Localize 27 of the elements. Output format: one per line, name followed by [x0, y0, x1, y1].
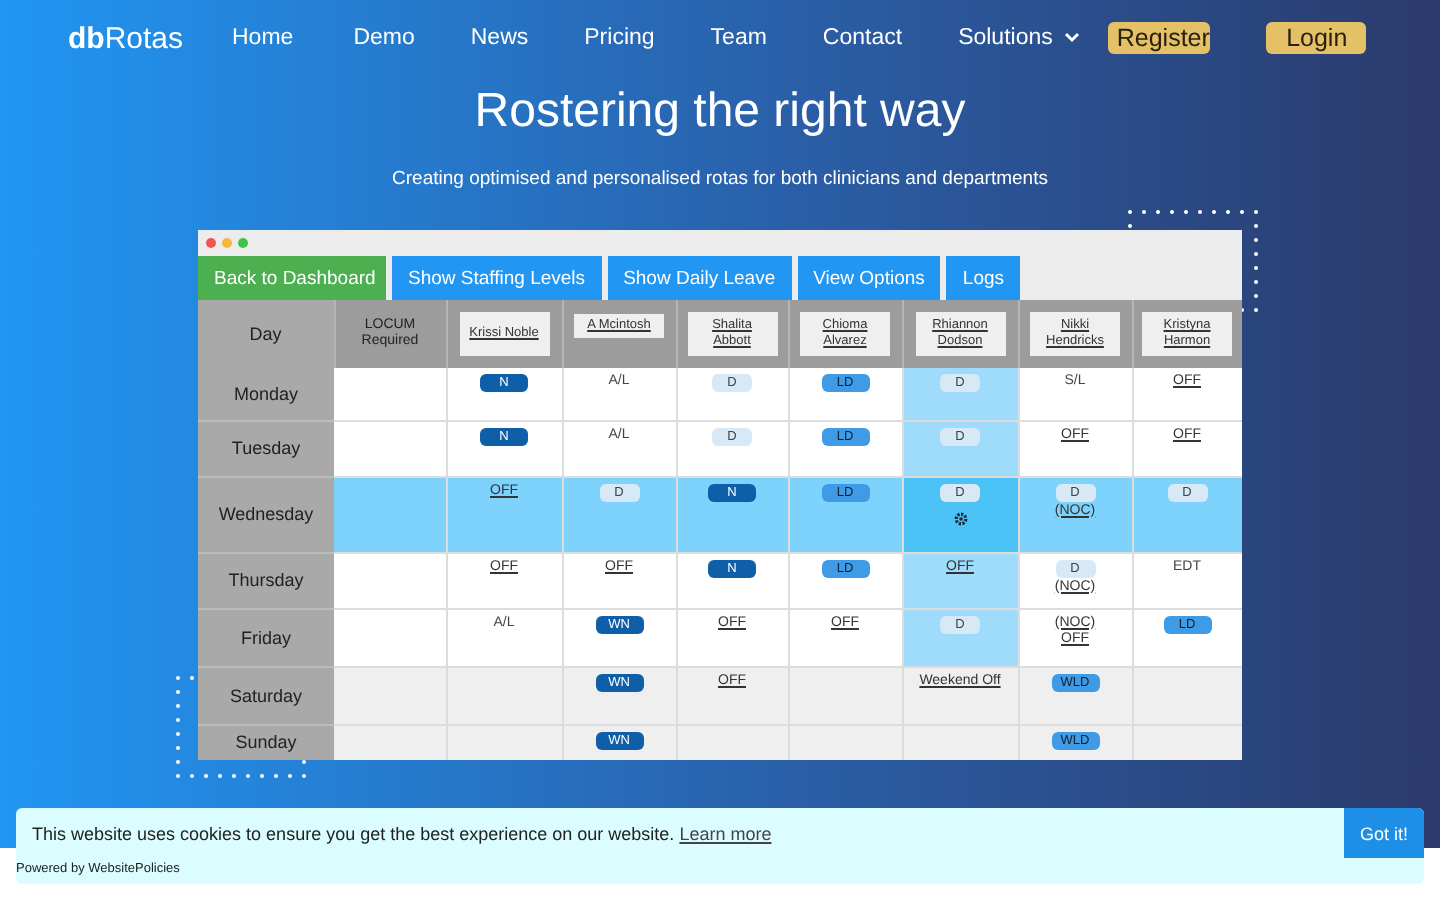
- day-label: Thursday: [198, 552, 334, 608]
- window-dot-icon: [206, 238, 216, 248]
- chevron-down-icon: [1064, 32, 1081, 44]
- page-subtitle: Creating optimised and personalised rotas for both clinicians and departments: [392, 168, 1048, 190]
- nav-button[interactable]: Register: [1108, 22, 1211, 54]
- nav-button[interactable]: Login: [1266, 22, 1367, 54]
- day-label: Saturday: [198, 666, 334, 724]
- day-label: Monday: [198, 368, 334, 420]
- nav-dropdown[interactable]: Solutions: [958, 26, 1081, 50]
- settings-icon[interactable]: [953, 511, 967, 525]
- window-dot-icon: [238, 238, 248, 248]
- day-label: Sunday: [198, 724, 334, 760]
- window-dot-icon: [222, 238, 232, 248]
- site-logo[interactable]: dbRotas: [68, 21, 232, 55]
- nav-link[interactable]: News: [470, 26, 529, 50]
- cookie-message: This website uses cookies to ensure you get the best experience on our website. Learn more: [30, 823, 772, 843]
- day-label: Tuesday: [198, 420, 334, 476]
- nav-link[interactable]: Team: [710, 26, 767, 50]
- learn-more-link[interactable]: Learn more: [679, 823, 772, 843]
- column-header: Day: [198, 300, 334, 368]
- day-label: Wednesday: [198, 476, 334, 552]
- nav-link[interactable]: Demo: [353, 26, 415, 50]
- page-title: Rostering the right way: [474, 84, 966, 140]
- nav-link[interactable]: Contact: [822, 26, 903, 50]
- day-label: Friday: [198, 608, 334, 666]
- nav-link[interactable]: Pricing: [584, 26, 655, 50]
- nav-link[interactable]: Home: [232, 26, 294, 50]
